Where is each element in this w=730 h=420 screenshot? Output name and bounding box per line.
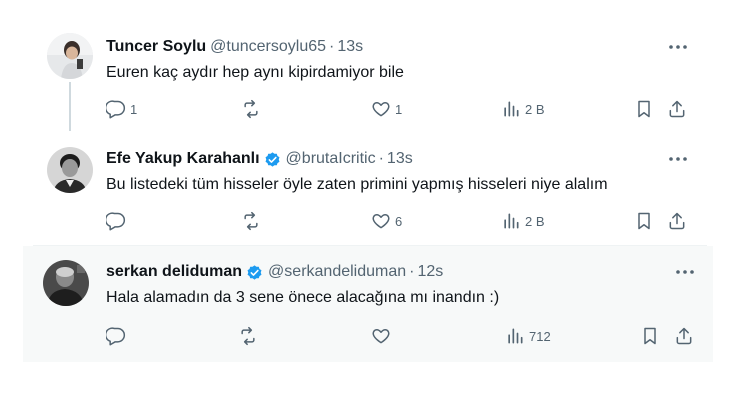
reply-count: 1 bbox=[130, 101, 138, 117]
view-count: 2 B bbox=[525, 213, 545, 229]
heart-icon bbox=[371, 99, 391, 119]
reply-button[interactable]: 1 bbox=[106, 98, 137, 120]
reply-icon bbox=[106, 99, 126, 119]
tweet-time[interactable]: 12s bbox=[417, 262, 443, 282]
share-icon bbox=[674, 326, 694, 346]
like-button[interactable] bbox=[371, 325, 395, 347]
bookmark-icon bbox=[634, 211, 654, 231]
share-icon bbox=[667, 211, 687, 231]
like-button[interactable]: 6 bbox=[371, 210, 402, 232]
reply-icon bbox=[106, 211, 126, 231]
retweet-button[interactable] bbox=[241, 98, 265, 120]
heart-icon bbox=[371, 326, 391, 346]
views-icon bbox=[501, 99, 521, 119]
author-name[interactable]: Tuncer Soylu bbox=[106, 37, 206, 57]
reply-icon bbox=[106, 326, 126, 346]
bookmark-icon bbox=[640, 326, 660, 346]
retweet-button[interactable] bbox=[241, 210, 265, 232]
retweet-icon bbox=[241, 211, 261, 231]
bookmark-icon bbox=[634, 99, 654, 119]
author-name[interactable]: Efe Yakup Karahanlı bbox=[106, 149, 260, 169]
tweet-card[interactable]: serkan deliduman @serkandeliduman · 12s … bbox=[23, 246, 713, 362]
view-count: 2 B bbox=[525, 101, 545, 117]
divider bbox=[33, 245, 707, 246]
retweet-icon bbox=[241, 99, 261, 119]
views-icon bbox=[505, 326, 525, 346]
tweet-text: Bu listedeki tüm hisseler öyle zaten pri… bbox=[106, 176, 608, 193]
views-button[interactable]: 2 B bbox=[501, 210, 545, 232]
share-button[interactable] bbox=[667, 210, 687, 232]
thread-line bbox=[69, 82, 71, 134]
tweet-header: Tuncer Soylu @tuncersoylu65 · 13s bbox=[106, 37, 363, 57]
verified-badge-icon bbox=[263, 150, 282, 169]
bookmark-button[interactable] bbox=[640, 325, 660, 347]
author-handle[interactable]: @serkandeliduman bbox=[268, 262, 406, 282]
share-button[interactable] bbox=[667, 98, 687, 120]
views-icon bbox=[501, 211, 521, 231]
view-count: 712 bbox=[529, 328, 551, 344]
bookmark-button[interactable] bbox=[634, 210, 654, 232]
like-count: 6 bbox=[395, 213, 403, 229]
tweet-card[interactable]: Tuncer Soylu @tuncersoylu65 · 13s Euren … bbox=[33, 18, 707, 134]
share-icon bbox=[667, 99, 687, 119]
avatar[interactable] bbox=[47, 147, 93, 193]
retweet-button[interactable] bbox=[238, 325, 262, 347]
tweet-text: Hala alamadın da 3 sene önece alacağına … bbox=[106, 289, 500, 306]
tweet-header: serkan deliduman @serkandeliduman · 12s bbox=[106, 262, 443, 282]
author-handle[interactable]: @brutaIcritic bbox=[286, 149, 376, 169]
like-count: 1 bbox=[395, 101, 403, 117]
tweet-header: Efe Yakup Karahanlı @brutaIcritic · 13s bbox=[106, 149, 413, 169]
author-handle[interactable]: @tuncersoylu65 bbox=[210, 37, 326, 57]
avatar[interactable] bbox=[47, 33, 93, 79]
tweet-time[interactable]: 13s bbox=[387, 149, 413, 169]
retweet-icon bbox=[238, 326, 258, 346]
heart-icon bbox=[371, 211, 391, 231]
author-name[interactable]: serkan deliduman bbox=[106, 262, 242, 282]
bookmark-button[interactable] bbox=[634, 98, 654, 120]
tweet-time[interactable]: 13s bbox=[337, 37, 363, 57]
more-icon[interactable] bbox=[674, 261, 696, 283]
tweet-text: Euren kaç aydır hep aynı kipirdamiyor bi… bbox=[106, 64, 404, 81]
reply-button[interactable] bbox=[106, 325, 130, 347]
share-button[interactable] bbox=[674, 325, 694, 347]
more-icon[interactable] bbox=[667, 36, 689, 58]
separator-dot: · bbox=[329, 38, 335, 55]
separator-dot: · bbox=[378, 150, 384, 167]
like-button[interactable]: 1 bbox=[371, 98, 402, 120]
views-button[interactable]: 712 bbox=[505, 325, 551, 347]
more-icon[interactable] bbox=[667, 148, 689, 170]
reply-button[interactable] bbox=[106, 210, 130, 232]
tweet-card[interactable]: Efe Yakup Karahanlı @brutaIcritic · 13s … bbox=[33, 131, 707, 244]
views-button[interactable]: 2 B bbox=[501, 98, 545, 120]
avatar[interactable] bbox=[43, 260, 89, 306]
verified-badge-icon bbox=[245, 263, 264, 282]
separator-dot: · bbox=[409, 263, 415, 280]
